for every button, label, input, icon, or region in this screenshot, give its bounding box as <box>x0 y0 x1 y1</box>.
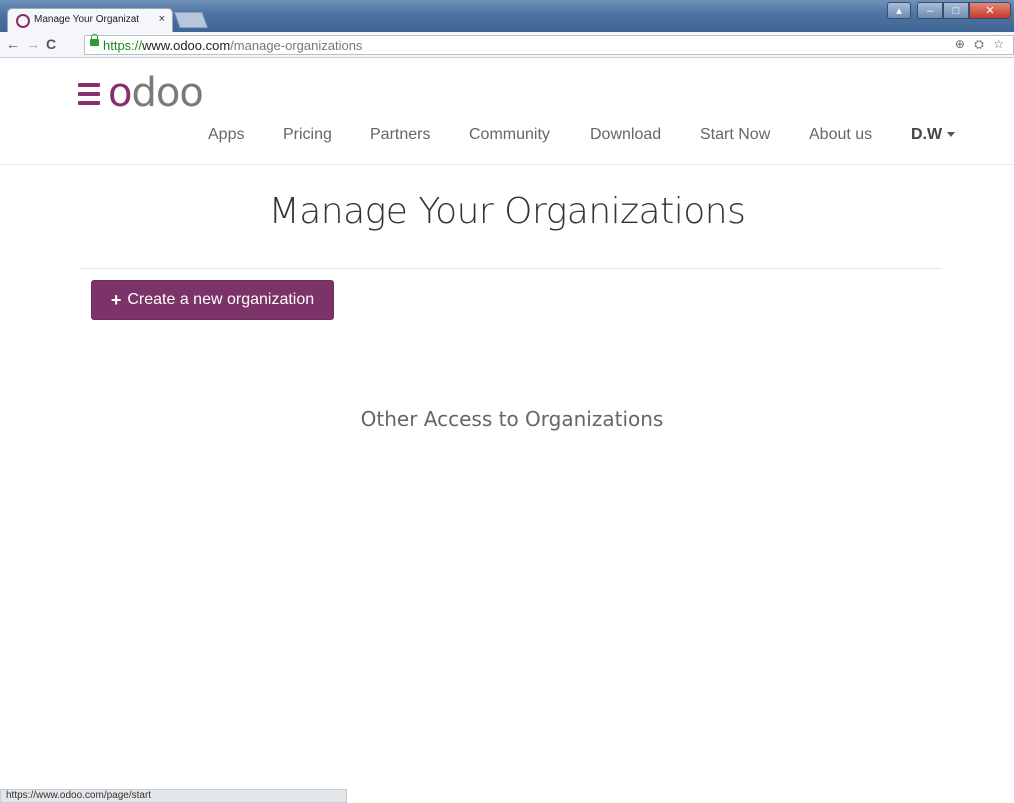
close-window-button[interactable]: ✕ <box>969 2 1011 19</box>
minimize-button[interactable]: – <box>917 2 943 19</box>
address-bar[interactable]: https://www.odoo.com/manage-organization… <box>84 34 1014 55</box>
menu-icon <box>78 83 100 110</box>
user-menu[interactable]: D.W <box>911 126 956 144</box>
reload-icon[interactable]: C <box>46 36 56 52</box>
browser-tab[interactable]: Manage Your Organizat × <box>7 8 173 32</box>
nav-download[interactable]: Download <box>590 126 661 144</box>
lock-icon <box>90 34 99 46</box>
plus-icon: + <box>110 289 122 310</box>
browser-toolbar: ← → C https://www.odoo.com/manage-organi… <box>0 32 1014 58</box>
user-name: D.W <box>911 126 943 143</box>
nav-start-now[interactable]: Start Now <box>700 126 770 144</box>
nav-community[interactable]: Community <box>469 126 550 144</box>
page-title: Manage Your Organizations <box>268 191 746 232</box>
title-divider <box>80 268 942 269</box>
forward-icon[interactable]: → <box>26 36 40 52</box>
logo-wordmark: odoo <box>108 70 204 116</box>
nav-apps[interactable]: Apps <box>208 126 244 144</box>
main-nav: Apps Pricing Partners Community Download… <box>0 126 1014 148</box>
user-profile-icon[interactable]: ▴ <box>887 2 911 19</box>
tab-title: Manage Your Organizat <box>34 14 140 25</box>
nav-pricing[interactable]: Pricing <box>283 126 332 144</box>
new-tab-button[interactable] <box>174 12 208 28</box>
nav-about-us[interactable]: About us <box>809 126 872 144</box>
browser-titlebar: Manage Your Organizat × ▴ – □ ✕ <box>0 0 1014 32</box>
odoo-favicon-icon <box>16 14 30 28</box>
header-divider <box>0 164 1014 165</box>
caret-down-icon <box>947 132 956 138</box>
other-access-heading: Other Access to Organizations <box>360 407 664 431</box>
tab-close-icon[interactable]: × <box>159 13 165 25</box>
create-organization-label: Create a new organization <box>127 291 315 308</box>
back-icon[interactable]: ← <box>6 36 20 52</box>
window-controls: ▴ – □ ✕ <box>887 2 1011 20</box>
create-organization-button[interactable]: + Create a new organization <box>91 280 334 320</box>
maximize-button[interactable]: □ <box>943 2 969 19</box>
nav-partners[interactable]: Partners <box>370 126 430 144</box>
address-url: https://www.odoo.com/manage-organization… <box>103 38 363 53</box>
zoom-translate-star-icons[interactable]: ⊕ ⛭ ☆ <box>955 37 1007 52</box>
status-bar-url: https://www.odoo.com/page/start <box>0 789 347 803</box>
